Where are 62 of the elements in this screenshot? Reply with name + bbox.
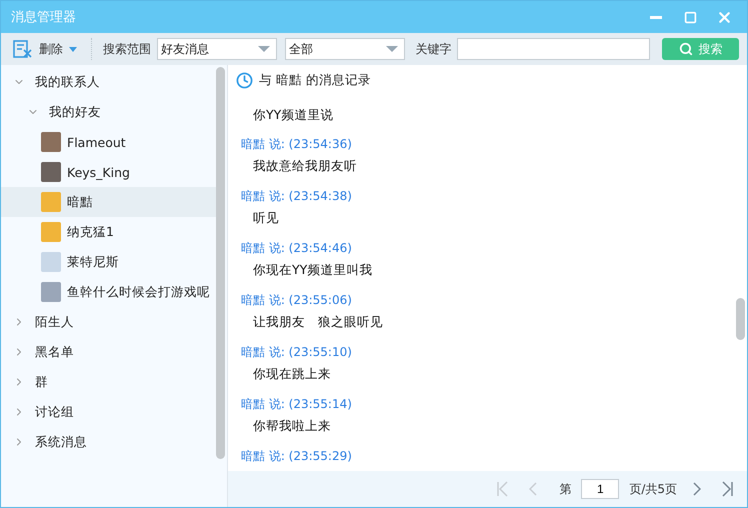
contact-item[interactable]: 暗黠 <box>1 187 216 217</box>
page-prefix: 第 <box>559 480 572 498</box>
message-header: 暗黠 说: (23:54:38) <box>241 188 353 205</box>
group-label: 系统消息 <box>35 434 87 450</box>
tree-group[interactable]: 系统消息 <box>1 427 216 457</box>
page-suffix: 页/共5页 <box>629 480 677 498</box>
contact-name: 鱼幹什么时候会打游戏呢 <box>67 284 210 300</box>
group-label: 我的好友 <box>49 104 101 120</box>
tree-group[interactable]: 黑名单 <box>1 337 216 367</box>
group-label: 黑名单 <box>35 344 74 360</box>
group-label: 群 <box>35 374 48 390</box>
scrollbar-thumb[interactable] <box>736 298 745 340</box>
last-page-icon <box>720 481 734 497</box>
message-text: 你现在跳上来 <box>252 365 332 383</box>
contact-item[interactable]: Flameout <box>1 127 216 157</box>
chevron-right-icon <box>693 482 701 496</box>
tree-group[interactable]: 讨论组 <box>1 397 216 427</box>
tree-group[interactable]: 我的好友 <box>1 97 216 127</box>
group-label: 我的联系人 <box>35 74 100 90</box>
tree-group[interactable]: 群 <box>1 367 216 397</box>
maximize-icon <box>684 10 696 24</box>
search-icon <box>678 42 693 56</box>
clock-icon <box>236 72 253 88</box>
delete-button[interactable]: 删除 <box>9 40 81 58</box>
contact-name: 莱特尼斯 <box>67 254 119 270</box>
tree-group[interactable]: 陌生人 <box>1 307 216 337</box>
message-text: 听见 <box>252 209 280 227</box>
contact-name: Keys_King <box>67 164 130 180</box>
message-text: 你现在YY频道里叫我 <box>252 261 374 279</box>
message-header: 暗黠 说: (23:55:06) <box>241 292 353 309</box>
scope-dropdown[interactable]: 好友消息 <box>156 38 278 60</box>
message-header: 暗黠 说: (23:54:46) <box>241 240 353 257</box>
minimize-icon <box>650 16 662 18</box>
contact-item[interactable]: 纳克猛1 <box>1 217 216 247</box>
message-header: 暗黠 说: (23:55:29) <box>241 448 353 465</box>
tree-group[interactable]: 我的联系人 <box>1 67 216 97</box>
contact-item[interactable]: Keys_King <box>1 157 216 187</box>
chevron-left-icon <box>529 482 538 496</box>
scrollbar-thumb[interactable] <box>216 67 225 459</box>
first-page-icon <box>496 481 510 497</box>
message-text: 让我朋友 狼之眼听见 <box>252 313 384 331</box>
contact-item[interactable]: 鱼幹什么时候会打游戏呢 <box>1 277 216 307</box>
contact-item[interactable]: 莱特尼斯 <box>1 247 216 277</box>
message-header: 暗黠 说: (23:55:10) <box>241 344 353 361</box>
range-dropdown[interactable]: 全部 <box>285 38 406 60</box>
chat-title: 与 暗黠 的消息记录 <box>259 72 371 88</box>
message-text: 你帮我啦上来 <box>252 417 332 435</box>
window-title: 消息管理器 <box>11 9 77 26</box>
message-text: 你YY频道里说 <box>252 106 334 124</box>
contact-name: Flameout <box>67 134 126 150</box>
keyword-label: 关键字 <box>415 40 452 58</box>
message-header: 暗黠 说: (23:54:36) <box>241 136 353 153</box>
scope-label: 搜索范围 <box>102 40 151 58</box>
group-label: 讨论组 <box>35 404 74 420</box>
message-header: 暗黠 说: (23:55:14) <box>241 396 353 413</box>
page-field[interactable]: 1 <box>581 479 620 499</box>
group-label: 陌生人 <box>35 314 74 330</box>
contact-name: 暗黠 <box>67 194 93 210</box>
delete-list-icon <box>13 40 33 58</box>
message-text: 我故意给我朋友听 <box>252 157 358 175</box>
keyword-field[interactable] <box>457 38 650 60</box>
contact-name: 纳克猛1 <box>67 224 114 240</box>
